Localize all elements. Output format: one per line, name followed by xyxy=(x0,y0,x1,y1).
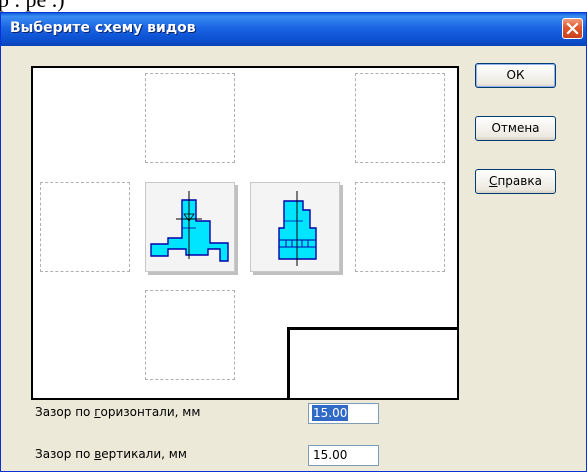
ok-button[interactable]: ОК xyxy=(475,63,556,88)
background-document-text: р . ре .) xyxy=(0,0,587,12)
part-side-view-icon xyxy=(278,191,317,266)
vertical-gap-value: 15.00 xyxy=(313,448,348,462)
help-label-rest: правка xyxy=(497,174,542,188)
help-button[interactable]: Справка xyxy=(475,169,556,194)
close-icon xyxy=(566,22,579,35)
view-slot-top[interactable] xyxy=(145,73,235,163)
view-scheme-dialog: Выберите схему видов ОК Отмена Справка З… xyxy=(0,12,587,472)
view-slot-right[interactable] xyxy=(355,182,445,272)
view-slot-top-right[interactable] xyxy=(355,73,445,163)
view-slot-side[interactable] xyxy=(250,182,340,272)
view-slot-bottom[interactable] xyxy=(145,290,235,380)
view-layout-preview xyxy=(31,66,459,400)
title-block-stamp xyxy=(287,327,459,400)
title-bar[interactable]: Выберите схему видов xyxy=(1,13,586,46)
horizontal-gap-input[interactable]: 15.00 xyxy=(308,403,379,424)
view-slot-left[interactable] xyxy=(40,182,130,272)
part-front-view-icon xyxy=(150,191,229,262)
horizontal-gap-value: 15.00 xyxy=(312,405,349,421)
view-slot-front[interactable] xyxy=(145,182,235,272)
cancel-button[interactable]: Отмена xyxy=(475,116,556,141)
close-button[interactable] xyxy=(562,18,583,39)
dialog-title: Выберите схему видов xyxy=(10,20,196,36)
vertical-gap-input[interactable]: 15.00 xyxy=(308,445,379,466)
vertical-gap-label: Зазор по вертикали, мм xyxy=(35,447,187,461)
horizontal-gap-label: Зазор по горизонтали, мм xyxy=(35,405,201,419)
